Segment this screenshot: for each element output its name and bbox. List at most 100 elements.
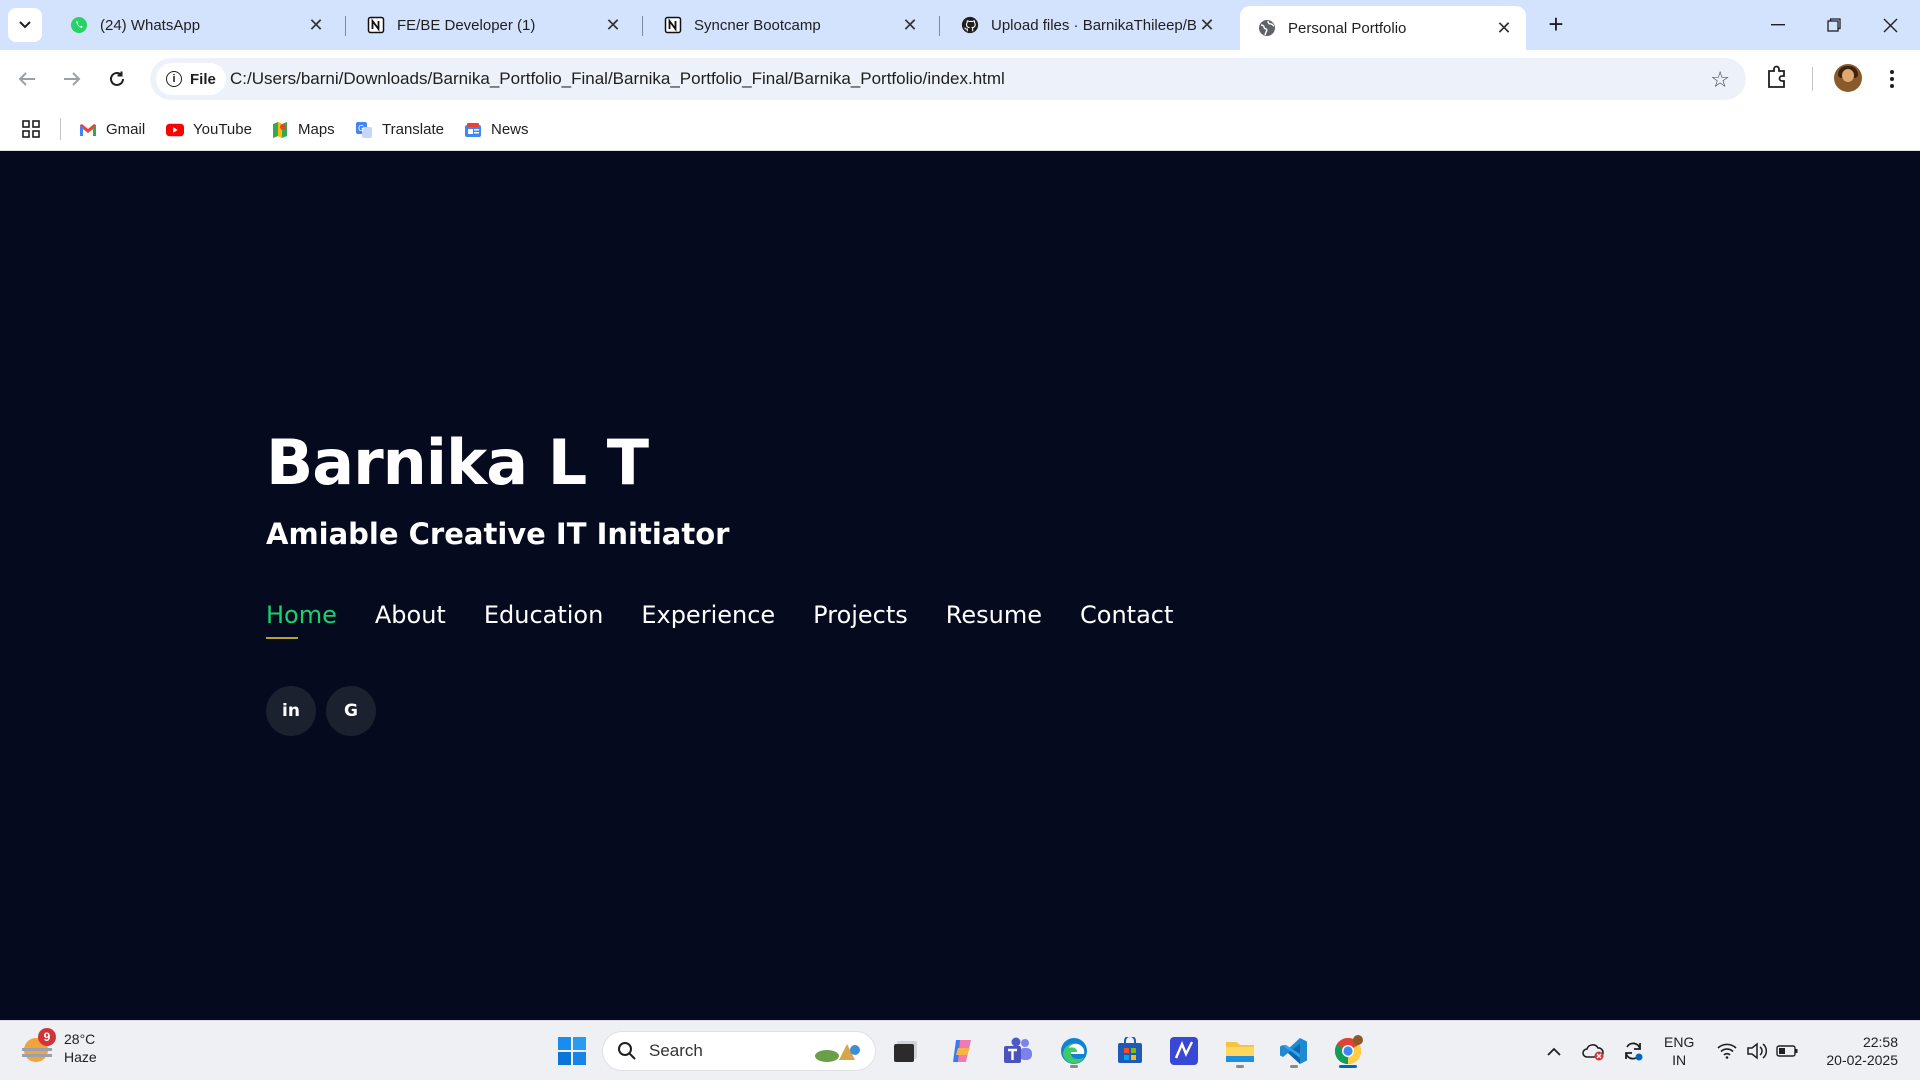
notification-badge: 9 [38, 1028, 56, 1046]
bookmark-label: YouTube [193, 121, 252, 138]
bookmark-translate[interactable]: G Translate [355, 108, 444, 151]
tab-title: Upload files · BarnikaThileep/Bo [991, 16, 1197, 34]
google-icon[interactable]: G [326, 686, 376, 736]
search-placeholder: Search [649, 1041, 703, 1060]
tab-personal-portfolio[interactable]: Personal Portfolio ✕ [1240, 6, 1526, 50]
input-language-indicator[interactable]: ENG IN [1664, 1033, 1694, 1069]
profile-avatar[interactable] [1834, 64, 1862, 92]
close-icon[interactable]: ✕ [1494, 18, 1514, 38]
close-icon[interactable]: ✕ [900, 15, 920, 35]
gmail-icon [79, 122, 97, 138]
taskbar-search-box[interactable]: Search [602, 1031, 876, 1071]
notion-icon [367, 16, 385, 34]
bookmark-maps[interactable]: Maps [271, 108, 335, 151]
nav-about[interactable]: About [375, 601, 446, 639]
weather-condition: Haze [64, 1049, 97, 1065]
teams-icon[interactable] [998, 1031, 1038, 1071]
volume-icon[interactable] [1744, 1021, 1770, 1080]
reload-icon[interactable] [100, 62, 134, 96]
bookmark-label: News [491, 121, 529, 138]
search-icon [618, 1042, 636, 1060]
battery-icon[interactable] [1774, 1021, 1800, 1080]
language-region: IN [1672, 1052, 1687, 1068]
main-nav: Home About Education Experience Projects… [266, 601, 1173, 639]
hero-name: Barnika L T [266, 426, 649, 499]
nav-home[interactable]: Home [266, 601, 337, 639]
more-menu-icon[interactable] [1880, 64, 1904, 94]
maps-icon [271, 121, 289, 138]
restore-icon[interactable] [1806, 0, 1862, 50]
address-bar[interactable]: i File C:/Users/barni/Downloads/Barnika_… [150, 58, 1746, 100]
nav-education[interactable]: Education [484, 601, 603, 639]
close-icon[interactable]: ✕ [306, 15, 326, 35]
site-info-chip[interactable]: i File [156, 63, 226, 95]
windows-taskbar: 9 28°C Haze Search ENG IN 22:58 20-02-20… [0, 1020, 1920, 1080]
tab-search-button[interactable] [8, 8, 42, 42]
nav-resume[interactable]: Resume [946, 601, 1042, 639]
weather-widget[interactable]: 9 28°C Haze [20, 1028, 97, 1066]
tab-github-upload[interactable]: Upload files · BarnikaThileep/Bo ✕ [943, 6, 1229, 44]
show-hidden-icons-chevron-icon[interactable] [1540, 1021, 1568, 1080]
new-tab-plus-icon[interactable]: + [1542, 9, 1570, 39]
close-icon[interactable]: ✕ [603, 15, 623, 35]
linkedin-icon[interactable]: in [266, 686, 316, 736]
bookmark-youtube[interactable]: YouTube [166, 108, 252, 151]
tab-strip: (24) WhatsApp ✕ FE/BE Developer (1) ✕ Sy… [0, 0, 1920, 50]
tab-fe-be-developer[interactable]: FE/BE Developer (1) ✕ [349, 6, 635, 44]
minimize-icon[interactable] [1750, 0, 1806, 50]
pen-app-icon[interactable] [1164, 1031, 1204, 1071]
nav-experience[interactable]: Experience [641, 601, 775, 639]
onedrive-error-icon[interactable] [1578, 1021, 1608, 1080]
tab-syncner-bootcamp[interactable]: Syncner Bootcamp ✕ [646, 6, 932, 44]
file-explorer-icon[interactable] [1220, 1031, 1260, 1071]
language-code: ENG [1664, 1034, 1695, 1050]
tab-title: (24) WhatsApp [100, 16, 201, 34]
whatsapp-icon [70, 16, 88, 34]
translate-icon: G [355, 121, 373, 138]
close-icon[interactable]: ✕ [1197, 15, 1217, 35]
forward-arrow-icon[interactable] [55, 62, 89, 96]
github-icon [961, 16, 979, 34]
running-indicator [1070, 1065, 1078, 1068]
url-text[interactable]: C:/Users/barni/Downloads/Barnika_Portfol… [230, 69, 1005, 89]
bookmarks-bar: Gmail YouTube Maps G Translate News [0, 108, 1920, 151]
clock-date: 20-02-2025 [1826, 1052, 1898, 1068]
tab-title: Syncner Bootcamp [694, 16, 821, 34]
sync-icon[interactable] [1618, 1021, 1648, 1080]
bookmarks-separator [60, 118, 61, 140]
tab-title: Personal Portfolio [1288, 19, 1407, 37]
tab-whatsapp[interactable]: (24) WhatsApp ✕ [52, 6, 338, 44]
browser-toolbar: i File C:/Users/barni/Downloads/Barnika_… [0, 50, 1920, 108]
bookmark-star-icon[interactable]: ☆ [1710, 67, 1730, 93]
notion-icon [664, 16, 682, 34]
portfolio-page: Barnika L T Amiable Creative IT Initiato… [0, 151, 1920, 1020]
tab-separator [345, 16, 346, 36]
back-arrow-icon[interactable] [10, 62, 44, 96]
wifi-icon[interactable] [1714, 1021, 1740, 1080]
bookmark-label: Translate [382, 121, 444, 138]
bookmark-gmail[interactable]: Gmail [79, 108, 145, 151]
svg-text:G: G [358, 124, 364, 133]
microsoft-store-icon[interactable] [1110, 1031, 1150, 1071]
close-window-icon[interactable] [1862, 0, 1918, 50]
weather-haze-icon: 9 [20, 1028, 56, 1066]
bookmark-label: Maps [298, 121, 335, 138]
tab-separator [939, 16, 940, 36]
vscode-icon[interactable] [1274, 1031, 1314, 1071]
system-clock[interactable]: 22:58 20-02-2025 [1818, 1033, 1898, 1069]
nav-projects[interactable]: Projects [813, 601, 908, 639]
task-view-icon[interactable] [886, 1031, 926, 1071]
chrome-icon[interactable] [1328, 1031, 1368, 1071]
news-icon [464, 122, 482, 138]
running-indicator-active [1339, 1065, 1357, 1068]
search-highlight-icon [815, 1044, 860, 1062]
nav-contact[interactable]: Contact [1080, 601, 1173, 639]
running-indicator [1290, 1065, 1298, 1068]
edge-browser-icon[interactable] [1054, 1031, 1094, 1071]
bookmark-news[interactable]: News [464, 108, 529, 151]
windows-start-icon[interactable] [552, 1031, 592, 1071]
apps-grid-icon[interactable] [22, 120, 40, 143]
copilot-icon[interactable] [942, 1031, 982, 1071]
extensions-puzzle-icon[interactable] [1766, 64, 1790, 95]
hero-tagline: Amiable Creative IT Initiator [266, 517, 730, 551]
